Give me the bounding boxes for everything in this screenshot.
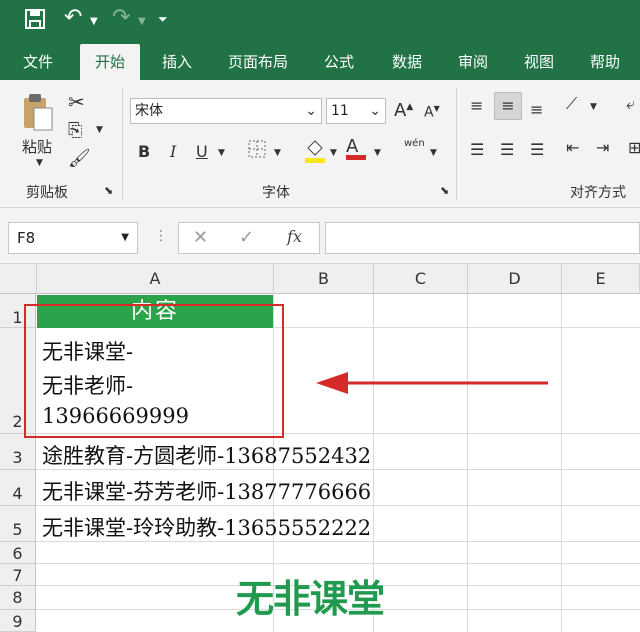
border-icon[interactable]	[248, 140, 266, 162]
undo-icon[interactable]: ↶	[64, 5, 82, 30]
tab-review[interactable]: 审阅	[446, 44, 500, 80]
ribbon-tabs: 文件 开始 插入 页面布局 公式 数据 审阅 视图 帮助	[0, 44, 640, 80]
chevron-down-icon[interactable]: ⌄	[305, 99, 317, 123]
chevron-down-icon[interactable]: ▼	[121, 223, 129, 253]
font-size-value: 11	[331, 103, 349, 119]
column-header-a[interactable]: A	[37, 264, 274, 294]
highlight-box	[24, 304, 284, 438]
formula-buttons: ✕ ✓ fx	[178, 222, 320, 254]
row-header-5[interactable]: 5	[0, 506, 36, 542]
gridline	[561, 294, 562, 632]
name-box-value: F8	[17, 229, 36, 247]
wrap-text-icon[interactable]: ⤶	[626, 94, 635, 114]
italic-button[interactable]: I	[170, 142, 176, 161]
border-dropdown-icon[interactable]: ▼	[274, 148, 281, 158]
insert-function-icon[interactable]: fx	[287, 227, 302, 246]
gridline	[36, 563, 640, 564]
paste-dropdown-icon[interactable]: ▼	[36, 158, 43, 168]
copy-dropdown-icon[interactable]: ▼	[96, 125, 103, 135]
tab-page-layout[interactable]: 页面布局	[218, 44, 298, 80]
gridline	[467, 294, 468, 632]
tab-file[interactable]: 文件	[12, 44, 64, 80]
font-color-dropdown-icon[interactable]: ▼	[374, 148, 381, 158]
phonetic-dropdown-icon[interactable]: ▼	[430, 148, 437, 158]
underline-dropdown-icon[interactable]: ▼	[218, 148, 225, 158]
column-header-c[interactable]: C	[374, 264, 468, 294]
row-header-9[interactable]: 9	[0, 610, 36, 632]
fill-color-dropdown-icon[interactable]: ▼	[330, 148, 337, 158]
column-header-e[interactable]: E	[562, 264, 640, 294]
format-painter-icon[interactable]: 🖌	[68, 148, 91, 169]
cut-icon[interactable]: ✂	[68, 90, 85, 114]
paste-button[interactable]: 粘贴	[22, 136, 52, 157]
align-center-icon[interactable]: ☰	[500, 140, 514, 159]
font-size-combo[interactable]: 11 ⌄	[326, 98, 386, 124]
customize-toolbar-icon[interactable]: ⏷	[158, 12, 168, 27]
quick-access-toolbar: ↶ ▼ ↷ ▼ ⏷	[0, 0, 640, 44]
tab-home[interactable]: 开始	[80, 44, 140, 80]
orientation-icon[interactable]: ⟋	[566, 94, 577, 114]
clipboard-group-label: 剪贴板	[26, 185, 68, 201]
align-left-icon[interactable]: ☰	[470, 140, 484, 159]
redo-dropdown-icon[interactable]: ▼	[138, 16, 146, 27]
merge-center-icon[interactable]: ⊞	[628, 138, 640, 157]
bold-button[interactable]: B	[138, 142, 150, 161]
name-box[interactable]: F8 ▼	[8, 222, 138, 254]
cancel-icon[interactable]: ✕	[193, 227, 208, 248]
redo-icon[interactable]: ↷	[112, 5, 130, 30]
font-launcher-icon[interactable]: ⬊	[440, 184, 449, 197]
chevron-down-icon[interactable]: ⌄	[369, 99, 381, 123]
cell-a3[interactable]: 途胜教育-方圆老师-13687552432	[42, 440, 371, 470]
tab-help[interactable]: 帮助	[578, 44, 632, 80]
column-header-b[interactable]: B	[274, 264, 374, 294]
formula-input[interactable]	[325, 222, 640, 254]
paste-icon[interactable]	[20, 92, 56, 136]
group-separator	[122, 88, 123, 200]
align-top-icon[interactable]: ≡	[470, 96, 483, 115]
row-header-6[interactable]: 6	[0, 542, 36, 564]
more-options-icon[interactable]: ⋮	[154, 228, 168, 244]
alignment-group-label: 对齐方式	[570, 185, 626, 201]
watermark-logo: 无非课堂	[236, 577, 385, 621]
arrow-icon	[316, 370, 550, 400]
row-header-8[interactable]: 8	[0, 586, 36, 610]
cell-a4[interactable]: 无非课堂-芬芳老师-13877776666	[42, 476, 371, 506]
tab-data[interactable]: 数据	[380, 44, 434, 80]
select-all-corner[interactable]	[0, 264, 37, 294]
group-separator	[456, 88, 457, 200]
font-group-label: 字体	[262, 185, 290, 201]
formula-bar: F8 ▼ ⋮ ✕ ✓ fx	[0, 208, 640, 264]
clipboard-launcher-icon[interactable]: ⬊	[104, 184, 113, 197]
row-header-3[interactable]: 3	[0, 434, 36, 470]
decrease-font-icon[interactable]: A▼	[424, 104, 440, 121]
font-color-icon[interactable]: A	[346, 136, 366, 160]
tab-view[interactable]: 视图	[512, 44, 566, 80]
tab-insert[interactable]: 插入	[150, 44, 204, 80]
underline-button[interactable]: U	[196, 142, 208, 161]
save-icon[interactable]	[24, 8, 46, 35]
row-header-4[interactable]: 4	[0, 470, 36, 506]
increase-font-icon[interactable]: A▲	[394, 100, 413, 121]
ribbon-home: 粘贴 ▼ ✂ ⎘ ▼ 🖌 剪贴板 ⬊ 宋体 ⌄ 11 ⌄ A▲ A▼ B I U…	[0, 80, 640, 208]
font-name-combo[interactable]: 宋体 ⌄	[130, 98, 322, 124]
increase-indent-icon[interactable]: ⇥	[596, 138, 609, 157]
fill-color-icon[interactable]	[304, 138, 326, 168]
orientation-dropdown-icon[interactable]: ▼	[590, 102, 597, 112]
align-right-icon[interactable]: ☰	[530, 140, 544, 159]
column-header-d[interactable]: D	[468, 264, 562, 294]
copy-icon[interactable]: ⎘	[68, 120, 82, 141]
undo-dropdown-icon[interactable]: ▼	[90, 16, 98, 27]
align-bottom-icon[interactable]: ≡	[530, 100, 543, 119]
font-name-value: 宋体	[135, 103, 163, 119]
row-header-7[interactable]: 7	[0, 564, 36, 586]
align-middle-icon[interactable]: ≡	[494, 92, 522, 120]
phonetic-guide-icon[interactable]: wén	[404, 138, 425, 149]
decrease-indent-icon[interactable]: ⇤	[566, 138, 579, 157]
enter-icon[interactable]: ✓	[239, 227, 254, 248]
tab-formulas[interactable]: 公式	[312, 44, 366, 80]
cell-a5[interactable]: 无非课堂-玲玲助教-13655552222	[42, 512, 371, 542]
